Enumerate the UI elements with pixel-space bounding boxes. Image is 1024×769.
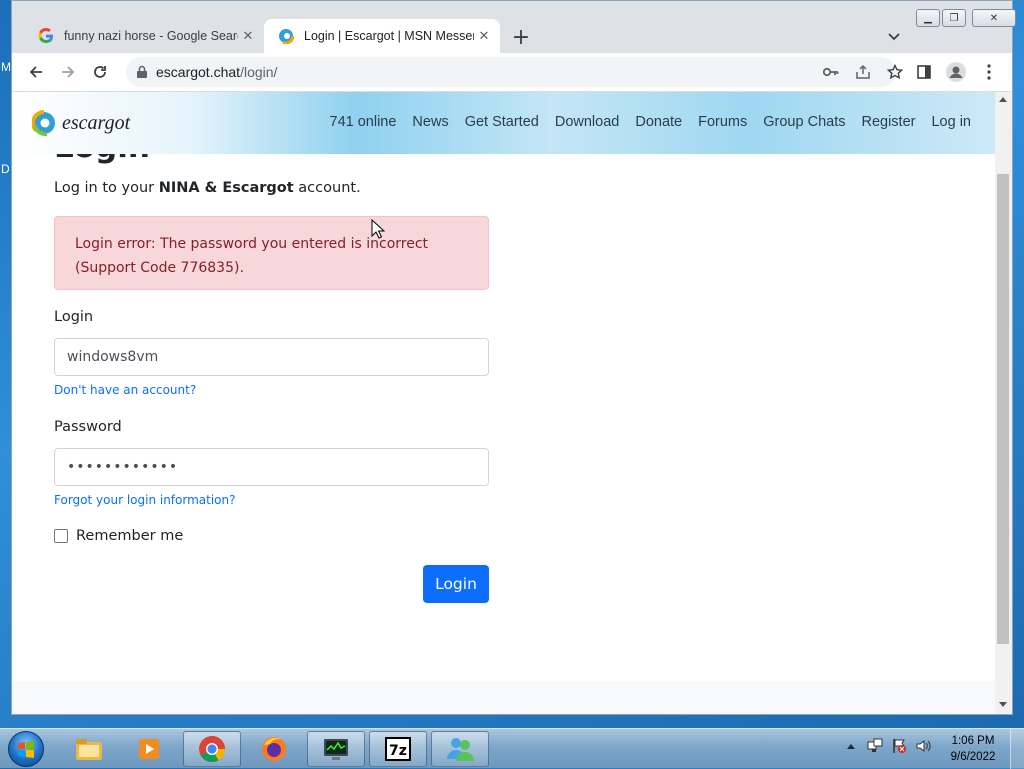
network-icon[interactable] [866,737,884,755]
windows-taskbar: 7z 1:06 PM 9/6/2022 [0,728,1024,769]
subtitle-suffix: account. [293,180,361,196]
taskbar-chrome[interactable] [183,731,241,767]
site-brand[interactable]: escargot [32,109,130,137]
address-bar[interactable]: escargot.chat/login/ [126,57,903,87]
nav-group-chats[interactable]: Group Chats [763,114,845,130]
media-player-icon [139,739,159,759]
key-icon[interactable] [822,63,840,81]
forward-arrow-icon[interactable] [56,60,80,84]
lock-icon[interactable] [136,64,148,83]
show-desktop-button[interactable] [1010,729,1024,769]
brand-name: escargot [62,111,131,134]
new-tab-icon[interactable]: + [509,25,533,50]
tab-google-search[interactable]: funny nazi horse - Google Search ✕ [24,19,264,53]
browser-window: funny nazi horse - Google Search ✕ Login… [11,0,1016,715]
clock-date: 9/6/2022 [950,751,996,763]
system-tray [842,737,938,755]
login-subtitle: Log in to your NINA & Escargot account. [54,180,361,196]
no-account-link[interactable]: Don't have an account? [54,383,196,397]
mouse-cursor-icon [371,219,385,239]
show-hidden-icons-arrow-icon[interactable] [842,737,860,755]
taskbar-media-player[interactable] [120,731,178,767]
start-button[interactable] [6,730,46,768]
side-panel-icon[interactable] [914,62,934,82]
chrome-icon [199,736,226,763]
tab-search-chevron-icon[interactable] [884,27,904,47]
page-footer-strip [12,681,995,714]
taskbar-task-manager[interactable] [307,731,365,767]
nav-log-in[interactable]: Log in [931,114,971,130]
password-input[interactable]: •••••••••••• [54,448,489,486]
nav-donate[interactable]: Donate [635,114,682,130]
escargot-logo-icon [32,110,55,137]
login-submit-button[interactable]: Login [423,565,489,603]
forgot-login-link[interactable]: Forgot your login information? [54,493,236,507]
volume-speaker-icon[interactable] [914,737,932,755]
error-message-line1: Login error: The password you entered is… [75,236,429,252]
login-error-alert: Login error: The password you entered is… [54,216,489,290]
scroll-up-arrow-icon[interactable] [999,97,1007,102]
firefox-icon [262,737,286,761]
remember-me-checkbox[interactable] [54,529,68,543]
page-scrollbar[interactable] [995,92,1012,714]
password-label: Password [54,419,122,435]
site-navbar: escargot 741 online News Get Started Dow… [12,92,995,154]
url-host: escargot.chat [156,64,241,80]
bookmark-star-icon[interactable] [886,63,904,81]
nav-download[interactable]: Download [555,114,620,130]
back-arrow-icon[interactable] [24,60,48,84]
maximize-icon[interactable]: ❐ [942,9,966,27]
nav-get-started[interactable]: Get Started [465,114,539,130]
profile-avatar-icon[interactable] [946,62,966,82]
site-nav-links: 741 online News Get Started Download Don… [314,114,972,130]
share-icon[interactable] [854,63,872,81]
tab-strip: funny nazi horse - Google Search ✕ Login… [12,1,1016,53]
subtitle-bold: NINA & Escargot [158,180,294,196]
scrollbar-thumb[interactable] [997,174,1009,644]
taskbar-firefox[interactable] [245,731,303,767]
nav-online-count[interactable]: 741 online [330,114,397,130]
escargot-logo-icon [278,28,294,44]
desktop-icon-label: D [1,162,10,176]
tab-close-icon[interactable]: ✕ [238,26,258,46]
reload-icon[interactable] [88,60,112,84]
taskbar-7zip[interactable]: 7z [369,731,427,767]
url-text[interactable]: escargot.chat/login/ [156,64,277,80]
scroll-down-arrow-icon[interactable] [999,702,1007,707]
taskbar-messenger[interactable] [431,731,489,767]
remember-me-row: Remember me [54,528,183,544]
desktop-icon-label: M [1,60,11,74]
nav-register[interactable]: Register [861,114,915,130]
tab-title: funny nazi horse - Google Search [64,29,238,43]
windows-logo-icon [8,731,44,767]
url-path: /login/ [240,64,278,80]
remember-me-label[interactable]: Remember me [76,528,183,544]
google-g-icon [38,28,54,44]
svg-text:7z: 7z [389,743,407,759]
nav-news[interactable]: News [412,114,448,130]
messenger-icon [447,738,474,761]
taskbar-clock[interactable]: 1:06 PM 9/6/2022 [942,733,1004,765]
taskbar-explorer[interactable] [60,731,118,767]
close-window-icon[interactable]: ✕ [972,9,1016,27]
action-center-flag-icon[interactable] [890,737,908,755]
error-message-line2: (Support Code 776835). [75,260,244,276]
minimize-icon[interactable]: ▁ [916,9,940,27]
nav-forums[interactable]: Forums [698,114,747,130]
window-controls: ▁ ❐ ✕ [916,9,1018,27]
subtitle-prefix: Log in to your [54,180,159,196]
clock-time: 1:06 PM [951,735,995,747]
browser-toolbar: escargot.chat/login/ [12,53,1012,92]
page-viewport: Login Log in to your NINA & Escargot acc… [12,92,995,714]
login-label: Login [54,309,94,325]
tab-escargot-login[interactable]: Login | Escargot | MSN Messenger ✕ [264,19,500,53]
tab-close-icon[interactable]: ✕ [474,26,494,46]
tab-title: Login | Escargot | MSN Messenger [304,29,474,43]
login-input[interactable]: windows8vm [54,338,489,376]
explorer-icon [76,739,102,760]
7zip-icon: 7z [385,737,411,761]
kebab-menu-icon[interactable] [979,62,999,82]
task-manager-icon [324,739,348,760]
